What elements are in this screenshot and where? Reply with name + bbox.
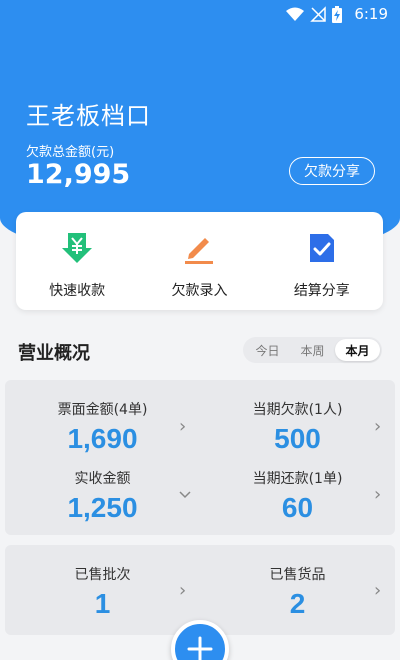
document-check-icon — [309, 234, 334, 262]
stat-label: 实收金额 — [74, 471, 131, 487]
quick-actions-card: 快速收款 欠款录入 结算分享 — [16, 212, 383, 310]
range-tabs: 今日 本周 本月 — [243, 337, 382, 363]
overview-title: 营业概况 — [18, 343, 90, 364]
chevron-down-icon[interactable] — [179, 491, 191, 499]
clock: 6:19 — [354, 5, 388, 23]
yen-download-icon — [62, 233, 93, 263]
stat-value: 500 — [274, 423, 321, 454]
stat-label: 已售货品 — [269, 567, 326, 583]
goods-sold-stat[interactable]: 已售货品 2 — [200, 564, 395, 620]
chevron-right-icon[interactable]: › — [179, 582, 186, 600]
received-amount-stat[interactable]: 实收金额 1,250 — [5, 468, 200, 524]
stat-label: 当期还款(1单) — [252, 471, 343, 487]
status-bar: 6:19 — [0, 0, 400, 28]
wifi-icon — [286, 7, 305, 21]
face-amount-stat[interactable]: 票面金额(4单) 1,690 — [5, 399, 200, 455]
debt-total-value: 12,995 — [26, 159, 131, 190]
action-label: 欠款录入 — [171, 283, 228, 299]
share-debt-button[interactable]: 欠款分享 — [289, 157, 375, 185]
stat-label: 已售批次 — [74, 567, 131, 583]
chevron-right-icon[interactable]: › — [374, 582, 381, 600]
debt-entry-button[interactable]: 欠款录入 — [138, 212, 260, 310]
settle-share-button[interactable]: 结算分享 — [261, 212, 383, 310]
stat-value: 2 — [289, 588, 306, 619]
chevron-right-icon[interactable]: › — [374, 486, 381, 504]
batches-sold-stat[interactable]: 已售批次 1 — [5, 564, 200, 620]
chevron-right-icon[interactable]: › — [179, 418, 186, 436]
tab-this-week[interactable]: 本周 — [290, 339, 335, 361]
shop-name: 王老板档口 — [26, 102, 151, 130]
stat-value: 1,690 — [67, 423, 138, 454]
plus-icon — [187, 636, 213, 660]
period-repayment-stat[interactable]: 当期还款(1单) 60 — [200, 468, 395, 524]
stat-label: 当期欠款(1人) — [252, 402, 343, 418]
chevron-right-icon[interactable]: › — [374, 418, 381, 436]
stat-value: 60 — [281, 492, 314, 523]
stat-value: 1 — [94, 588, 111, 619]
period-debt-stat[interactable]: 当期欠款(1人) 500 — [200, 399, 395, 455]
no-signal-icon — [310, 6, 327, 22]
debt-total-label: 欠款总金额(元) — [26, 145, 115, 160]
stat-value: 1,250 — [67, 492, 138, 523]
action-label: 快速收款 — [49, 283, 106, 299]
pencil-edit-icon — [185, 238, 214, 264]
tab-today[interactable]: 今日 — [245, 339, 290, 361]
battery-charging-icon — [332, 5, 343, 23]
tab-this-month[interactable]: 本月 — [335, 339, 380, 361]
overview-stats-card: 票面金额(4单) 1,690 › 当期欠款(1人) 500 › 实收金额 1,2… — [5, 380, 395, 535]
quick-collect-button[interactable]: 快速收款 — [16, 212, 138, 310]
action-label: 结算分享 — [293, 283, 350, 299]
stat-label: 票面金额(4单) — [57, 402, 148, 418]
